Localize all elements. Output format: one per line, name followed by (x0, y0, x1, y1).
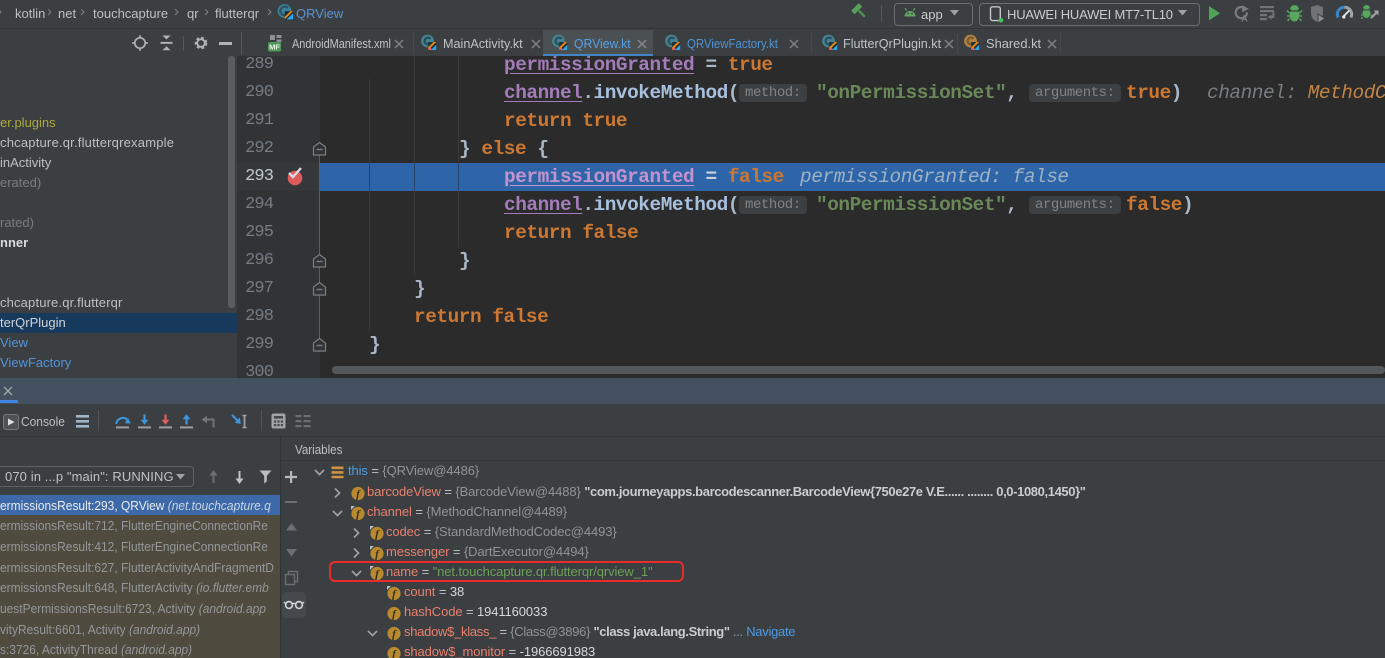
svg-text:A: A (1241, 14, 1248, 24)
